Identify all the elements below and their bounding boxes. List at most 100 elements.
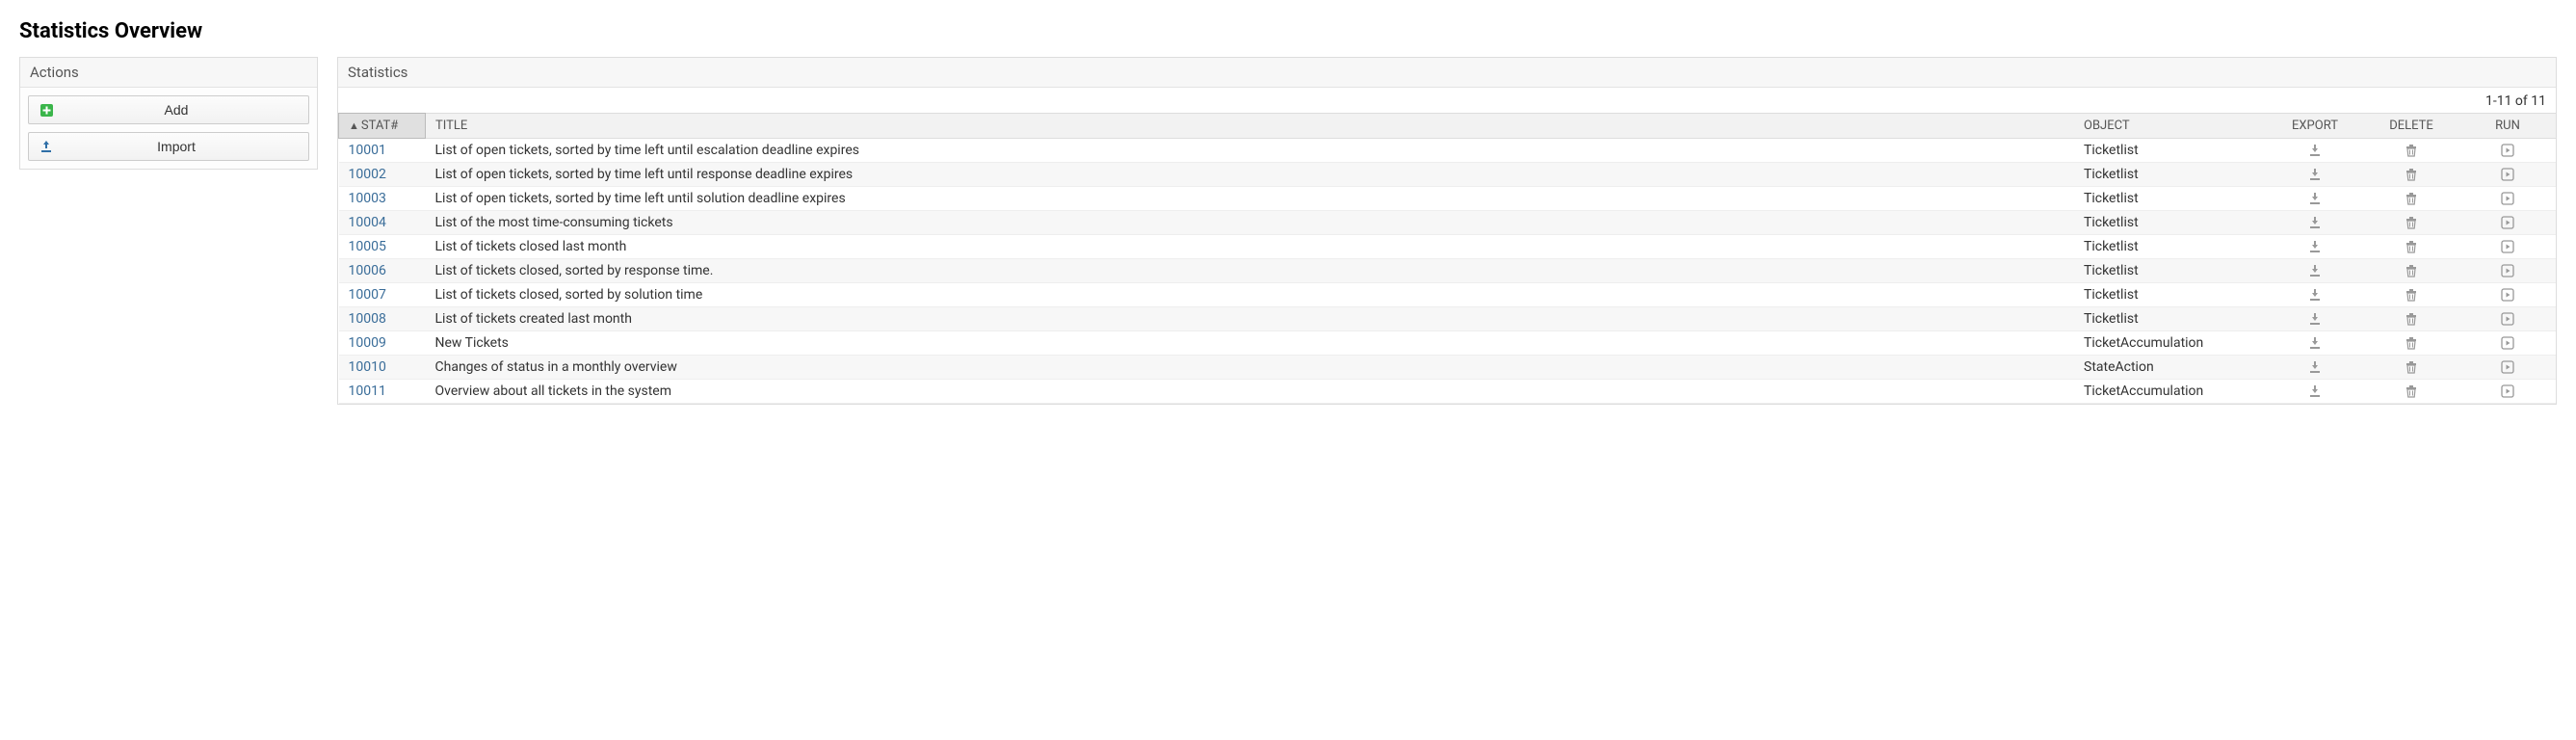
run-button[interactable] xyxy=(2459,187,2556,211)
download-icon xyxy=(2308,263,2322,278)
play-icon xyxy=(2501,143,2514,158)
upload-icon xyxy=(39,140,54,153)
add-button[interactable]: Add xyxy=(28,95,309,124)
plus-icon xyxy=(39,104,54,117)
run-button[interactable] xyxy=(2459,356,2556,380)
stat-title: List of open tickets, sorted by time lef… xyxy=(426,163,2075,187)
table-row: 10009 New TicketsTicketAccumulation xyxy=(339,331,2557,356)
run-button[interactable] xyxy=(2459,259,2556,283)
export-button[interactable] xyxy=(2267,307,2363,331)
table-row: 10001 List of open tickets, sorted by tim… xyxy=(339,139,2557,163)
column-header-delete[interactable]: DELETE xyxy=(2363,114,2459,139)
play-icon xyxy=(2501,263,2514,278)
stat-title: List of open tickets, sorted by time lef… xyxy=(426,139,2075,163)
column-header-stat[interactable]: ▲STAT# xyxy=(339,114,426,139)
stat-link[interactable]: 10008 xyxy=(349,311,386,327)
export-button[interactable] xyxy=(2267,331,2363,356)
play-icon xyxy=(2501,215,2514,230)
export-button[interactable] xyxy=(2267,187,2363,211)
delete-button[interactable] xyxy=(2363,356,2459,380)
trash-icon xyxy=(2405,215,2417,230)
import-button[interactable]: Import xyxy=(28,132,309,161)
run-button[interactable] xyxy=(2459,283,2556,307)
stat-object: Ticketlist xyxy=(2074,235,2267,259)
run-button[interactable] xyxy=(2459,139,2556,163)
stat-title: List of tickets closed, sorted by respon… xyxy=(426,259,2075,283)
stat-title: Overview about all tickets in the system xyxy=(426,380,2075,404)
column-header-title[interactable]: TITLE xyxy=(426,114,2075,139)
column-header-stat-label: STAT# xyxy=(361,119,398,133)
delete-button[interactable] xyxy=(2363,211,2459,235)
play-icon xyxy=(2501,359,2514,375)
trash-icon xyxy=(2405,311,2417,327)
export-button[interactable] xyxy=(2267,235,2363,259)
download-icon xyxy=(2308,287,2322,303)
column-header-run[interactable]: RUN xyxy=(2459,114,2556,139)
export-button[interactable] xyxy=(2267,283,2363,307)
table-row: 10004 List of the most time-consuming tic… xyxy=(339,211,2557,235)
table-row: 10005 List of tickets closed last monthTi… xyxy=(339,235,2557,259)
stat-link[interactable]: 10002 xyxy=(349,167,386,182)
run-button[interactable] xyxy=(2459,331,2556,356)
table-header-row: ▲STAT# TITLE OBJECT EXPORT DELETE RUN xyxy=(339,114,2557,139)
trash-icon xyxy=(2405,287,2417,303)
delete-button[interactable] xyxy=(2363,139,2459,163)
trash-icon xyxy=(2405,263,2417,278)
stat-title: List of tickets closed last month xyxy=(426,235,2075,259)
stat-link[interactable]: 10006 xyxy=(349,263,386,278)
export-button[interactable] xyxy=(2267,163,2363,187)
stat-object: Ticketlist xyxy=(2074,139,2267,163)
stat-link[interactable]: 10010 xyxy=(349,359,386,375)
stat-link[interactable]: 10005 xyxy=(349,239,386,254)
stat-link[interactable]: 10009 xyxy=(349,335,386,351)
trash-icon xyxy=(2405,167,2417,182)
play-icon xyxy=(2501,191,2514,206)
actions-panel-title: Actions xyxy=(20,58,317,88)
stat-link[interactable]: 10003 xyxy=(349,191,386,206)
delete-button[interactable] xyxy=(2363,307,2459,331)
stat-object: TicketAccumulation xyxy=(2074,331,2267,356)
stat-link[interactable]: 10007 xyxy=(349,287,386,303)
stat-object: Ticketlist xyxy=(2074,211,2267,235)
stat-link[interactable]: 10001 xyxy=(349,143,386,158)
run-button[interactable] xyxy=(2459,235,2556,259)
run-button[interactable] xyxy=(2459,211,2556,235)
sort-ascending-icon: ▲ xyxy=(349,119,359,132)
table-row: 10003List of open tickets, sorted by tim… xyxy=(339,187,2557,211)
delete-button[interactable] xyxy=(2363,331,2459,356)
delete-button[interactable] xyxy=(2363,235,2459,259)
stat-object: Ticketlist xyxy=(2074,163,2267,187)
stat-title: List of tickets created last month xyxy=(426,307,2075,331)
delete-button[interactable] xyxy=(2363,163,2459,187)
run-button[interactable] xyxy=(2459,380,2556,404)
table-row: 10007List of tickets closed, sorted by s… xyxy=(339,283,2557,307)
export-button[interactable] xyxy=(2267,380,2363,404)
export-button[interactable] xyxy=(2267,259,2363,283)
statistics-panel-body: 1-11 of 11 ▲STAT# TITLE OBJECT EXPORT DE… xyxy=(338,88,2556,404)
column-header-object[interactable]: OBJECT xyxy=(2074,114,2267,139)
download-icon xyxy=(2308,143,2322,158)
export-button[interactable] xyxy=(2267,139,2363,163)
delete-button[interactable] xyxy=(2363,380,2459,404)
trash-icon xyxy=(2405,143,2417,158)
table-row: 10006 List of tickets closed, sorted by r… xyxy=(339,259,2557,283)
run-button[interactable] xyxy=(2459,163,2556,187)
stat-link[interactable]: 10004 xyxy=(349,215,386,230)
download-icon xyxy=(2308,239,2322,254)
actions-panel: Actions Add Import xyxy=(19,57,318,170)
stat-object: TicketAccumulation xyxy=(2074,380,2267,404)
trash-icon xyxy=(2405,191,2417,206)
trash-icon xyxy=(2405,335,2417,351)
export-button[interactable] xyxy=(2267,211,2363,235)
delete-button[interactable] xyxy=(2363,259,2459,283)
stat-link[interactable]: 10011 xyxy=(349,383,386,399)
stat-title: Changes of status in a monthly overview xyxy=(426,356,2075,380)
export-button[interactable] xyxy=(2267,356,2363,380)
stat-title: List of the most time-consuming tickets xyxy=(426,211,2075,235)
delete-button[interactable] xyxy=(2363,283,2459,307)
stat-title: New Tickets xyxy=(426,331,2075,356)
download-icon xyxy=(2308,215,2322,230)
delete-button[interactable] xyxy=(2363,187,2459,211)
column-header-export[interactable]: EXPORT xyxy=(2267,114,2363,139)
run-button[interactable] xyxy=(2459,307,2556,331)
